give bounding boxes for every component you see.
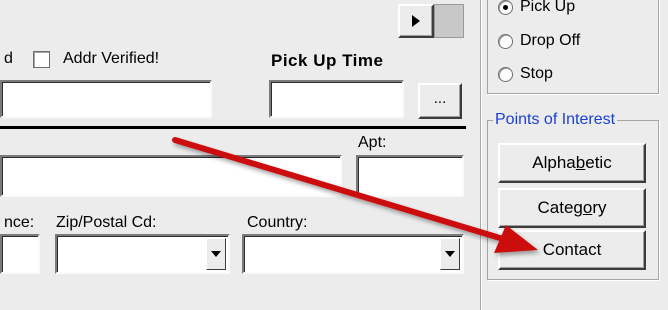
arrow-shaft — [172, 137, 503, 241]
annotation-arrow — [172, 137, 538, 253]
arrow-head — [494, 225, 538, 253]
